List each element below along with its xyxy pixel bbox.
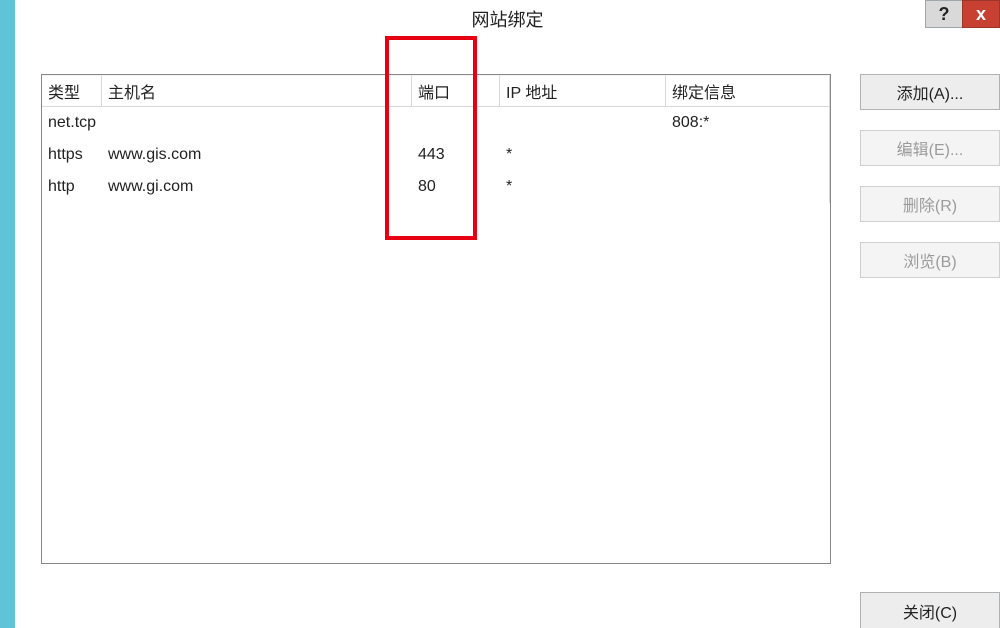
bindings-listview[interactable]: 类型 主机名 端口 IP 地址 绑定信息 net.tcp 808:* httpsww… [41, 74, 831, 564]
browse-button-label: 浏览(B) [903, 248, 956, 272]
content-area: 类型 主机名 端口 IP 地址 绑定信息 net.tcp 808:* httpsww… [15, 36, 1000, 628]
help-icon: ? [939, 4, 950, 25]
cell-binding [666, 139, 830, 171]
edit-button-label: 编辑(E)... [897, 136, 964, 160]
side-buttons: 添加(A)... 编辑(E)... 删除(R) 浏览(B) [860, 74, 1000, 298]
window-title: 网站绑定 [15, 6, 1000, 32]
host-prefix: www.gis [108, 146, 167, 164]
cell-type: net.tcp [42, 107, 102, 139]
column-header-host[interactable]: 主机名 [102, 75, 412, 107]
cell-port [412, 107, 500, 139]
cell-binding: 808:* [666, 107, 830, 139]
cell-host: www.gis.com [102, 139, 412, 171]
cell-ip: * [500, 139, 666, 171]
viewport: 网站绑定 ? x 类型 主机名 端口 IP 地址 绑定信息 net.t [0, 0, 1000, 628]
cell-host [102, 107, 412, 139]
cell-type: http [42, 171, 102, 203]
cell-type: https [42, 139, 102, 171]
column-header-ip[interactable]: IP 地址 [500, 75, 666, 107]
dialog-window: 网站绑定 ? x 类型 主机名 端口 IP 地址 绑定信息 net.t [15, 0, 1000, 628]
table-row[interactable]: httpwww.gi.com80* [42, 171, 830, 203]
cell-port: 443 [412, 139, 500, 171]
host-suffix: .com [167, 146, 202, 164]
add-button[interactable]: 添加(A)... [860, 74, 1000, 110]
host-suffix: .com [159, 178, 194, 196]
titlebar: 网站绑定 ? x [15, 0, 1000, 36]
cell-binding [666, 171, 830, 203]
table-row[interactable]: httpswww.gis.com443* [42, 139, 830, 171]
help-button[interactable]: ? [925, 0, 963, 28]
close-icon: x [976, 4, 986, 25]
listview-header: 类型 主机名 端口 IP 地址 绑定信息 [42, 75, 830, 107]
cell-ip [500, 107, 666, 139]
bottom-buttons: 关闭(C) [860, 592, 1000, 628]
cell-ip: * [500, 171, 666, 203]
listview-rows: net.tcp808:*httpswww.gis.com443*httpwww.… [42, 107, 830, 203]
close-window-button[interactable]: x [962, 0, 1000, 28]
column-header-binding[interactable]: 绑定信息 [666, 75, 830, 107]
cell-port: 80 [412, 171, 500, 203]
table-row[interactable]: net.tcp 808:* [42, 107, 830, 139]
close-dialog-button[interactable]: 关闭(C) [860, 592, 1000, 628]
close-dialog-button-label: 关闭(C) [903, 599, 957, 623]
column-header-port[interactable]: 端口 [412, 75, 500, 107]
cell-host: www.gi.com [102, 171, 412, 203]
delete-button-label: 删除(R) [903, 192, 957, 216]
column-header-type[interactable]: 类型 [42, 75, 102, 107]
delete-button: 删除(R) [860, 186, 1000, 222]
host-prefix: www.gi [108, 178, 159, 196]
edit-button: 编辑(E)... [860, 130, 1000, 166]
browse-button: 浏览(B) [860, 242, 1000, 278]
titlebar-buttons: ? x [926, 0, 1000, 28]
add-button-label: 添加(A)... [897, 80, 964, 104]
